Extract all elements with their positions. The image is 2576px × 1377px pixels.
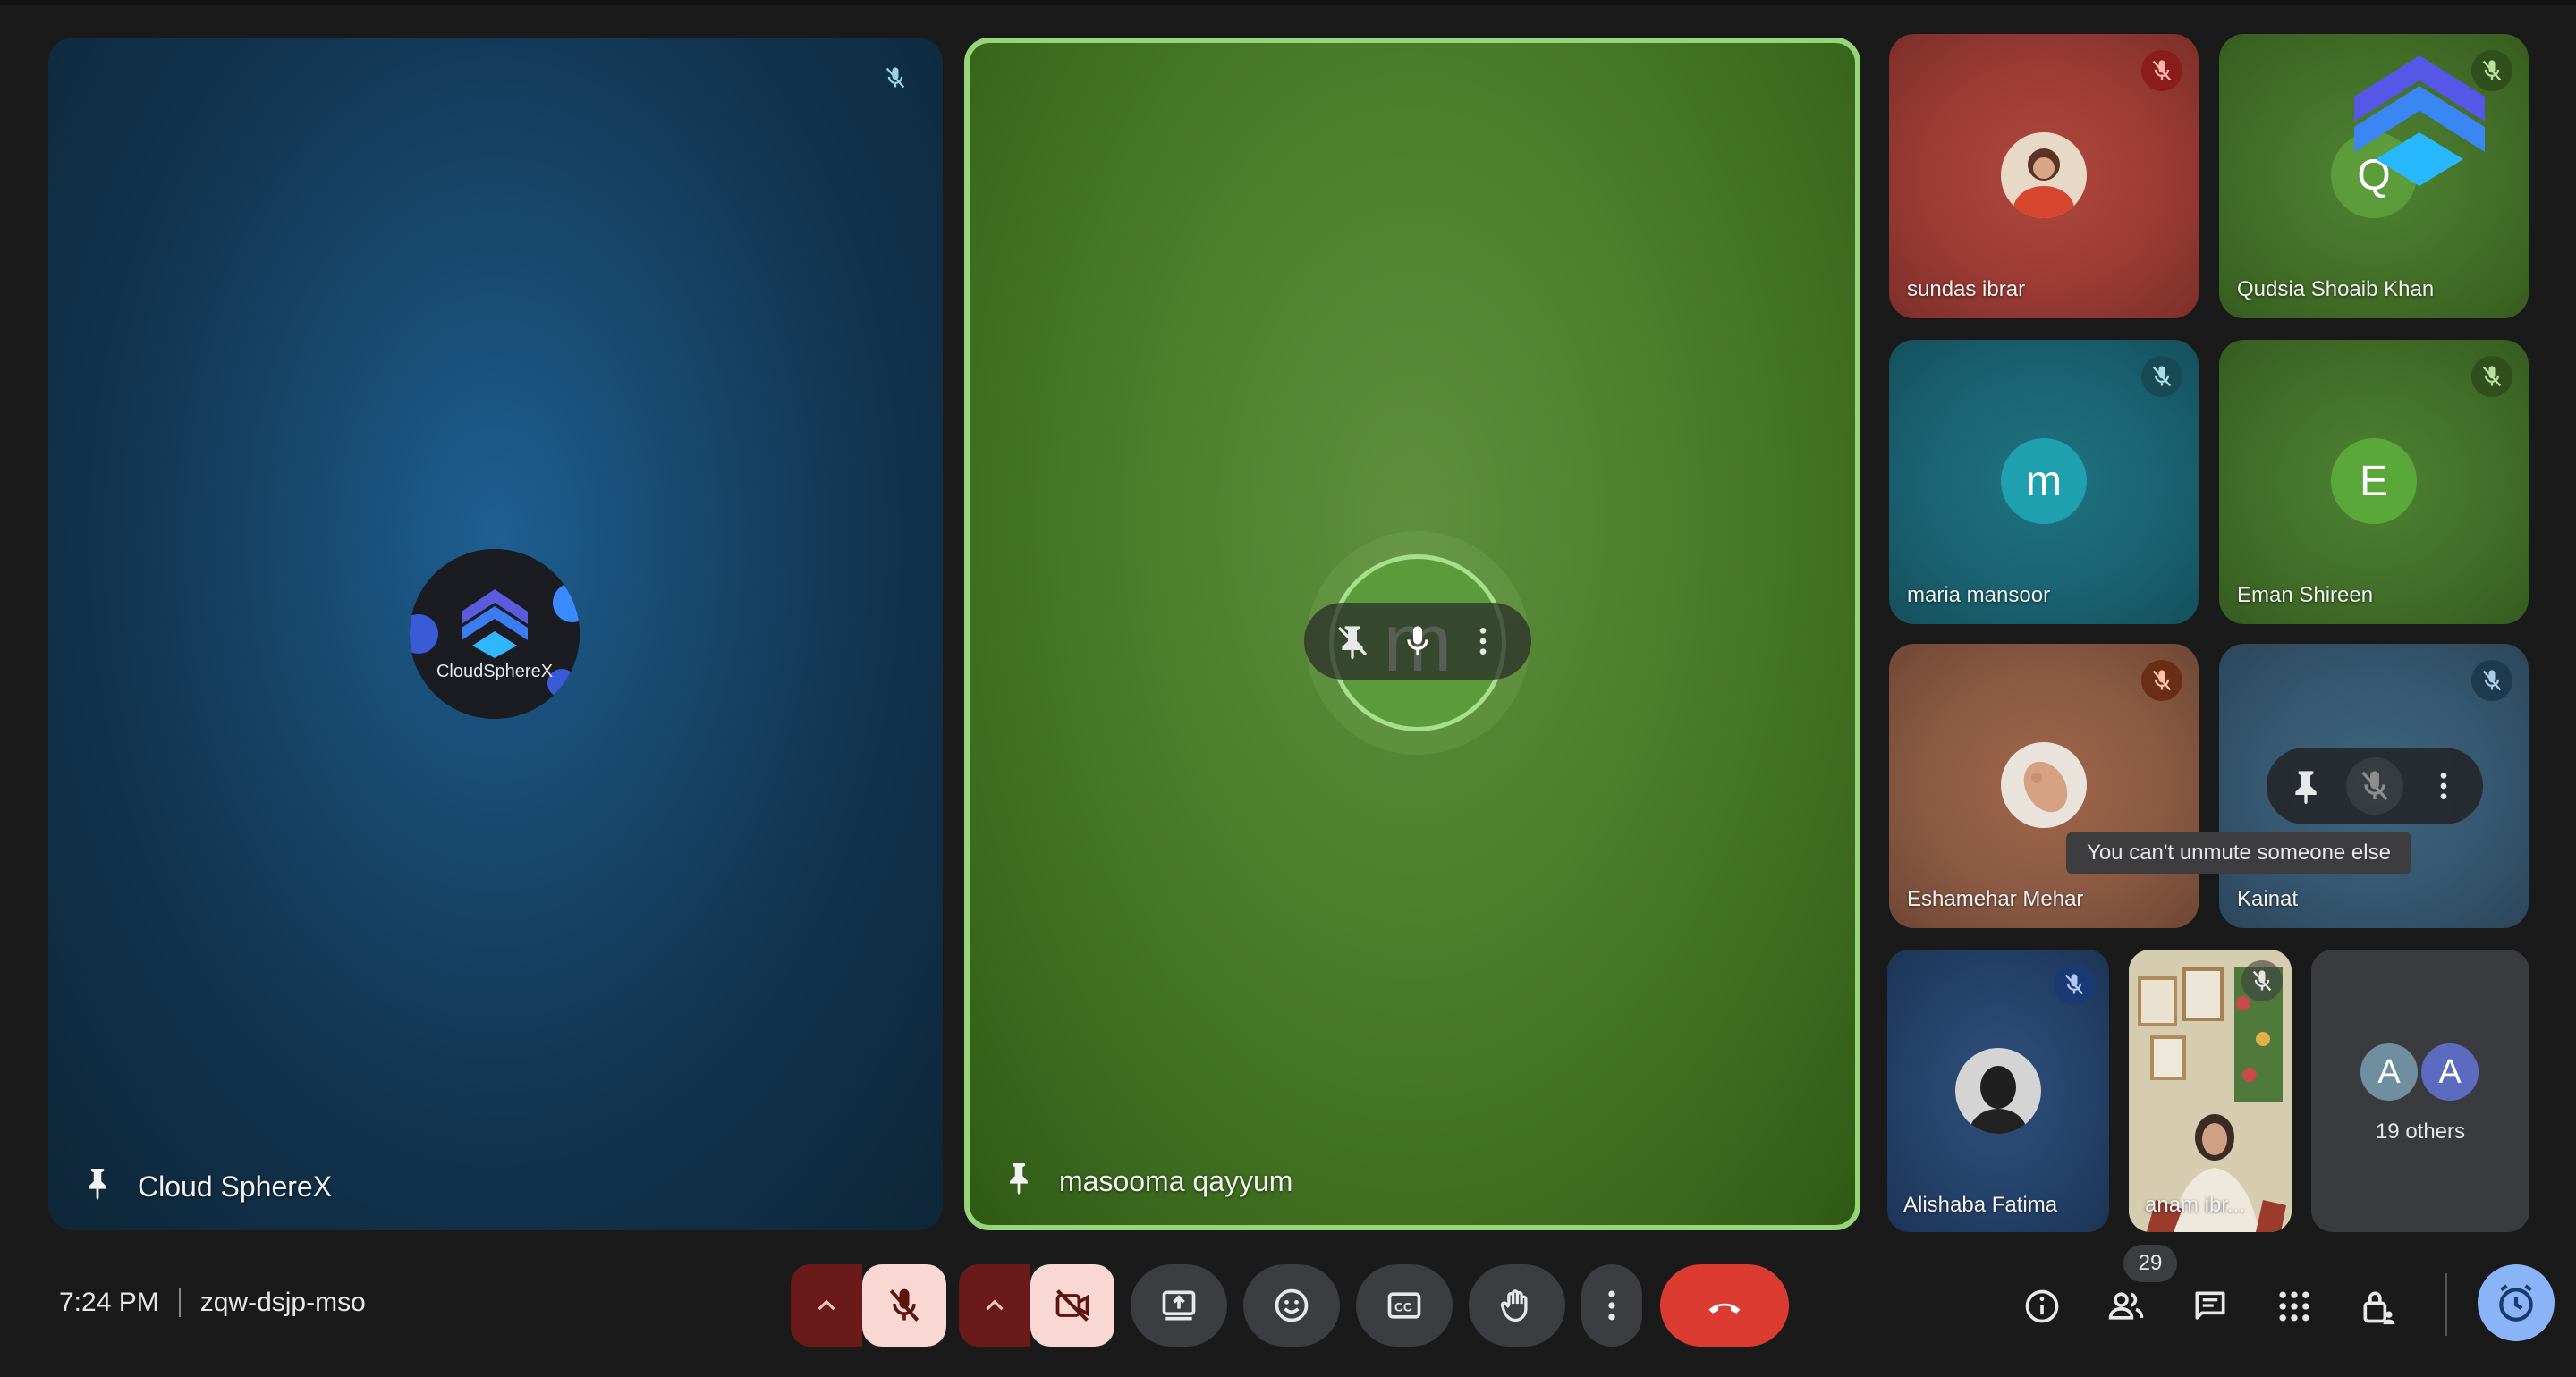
avatar-letter: m	[2026, 457, 2062, 505]
more-options-icon[interactable]	[1465, 623, 1501, 659]
account-avatar-button[interactable]	[2478, 1264, 2555, 1341]
chat-button[interactable]	[2184, 1280, 2236, 1332]
lock-person-icon	[2363, 1291, 2395, 1325]
participant-name: maria mansoor	[1907, 583, 2051, 607]
host-controls-button[interactable]	[2352, 1280, 2404, 1332]
captions-button[interactable]: CC	[1356, 1264, 1453, 1347]
cloud-spherex-logo: CloudSphereX	[410, 549, 580, 719]
logo-text: CloudSphereX	[436, 662, 554, 681]
apps-grid-icon	[2279, 1291, 2309, 1322]
unpin-icon[interactable]	[1335, 623, 1370, 659]
avatar-letter: E	[2359, 457, 2388, 505]
avatar: A	[2358, 1041, 2420, 1103]
participant-tile-sundas-ibrar[interactable]: sundas ibrar	[1889, 34, 2199, 318]
profile-photo	[1955, 1048, 2041, 1134]
chat-icon	[2195, 1291, 2225, 1320]
present-screen-icon	[1162, 1290, 1196, 1321]
mic-off-icon	[2054, 964, 2095, 1005]
info-icon	[2025, 1289, 2059, 1323]
raise-hand-button[interactable]	[1469, 1264, 1565, 1347]
activities-button[interactable]	[2268, 1280, 2320, 1332]
participant-tile-anam-ibrar[interactable]: anam ibr...	[2129, 950, 2292, 1232]
avatar-letter: A	[2438, 1052, 2462, 1091]
others-count-label: 19 others	[2375, 1119, 2466, 1144]
cloud-spherex-watermark-logo	[2354, 55, 2485, 186]
participant-name: Qudsia Shoaib Khan	[2237, 277, 2435, 301]
call-end-icon	[1708, 1303, 1741, 1314]
window-top-edge	[0, 0, 2576, 5]
participant-name: masooma qayyum	[1059, 1165, 1293, 1197]
avatar: E	[2331, 438, 2417, 524]
meeting-info: 7:24 PM zqw-dsjp-mso	[59, 1288, 366, 1318]
participant-name: Kainat	[2237, 887, 2299, 911]
participant-name: Eshamehar Mehar	[1907, 887, 2084, 911]
pin-icon[interactable]	[2288, 768, 2324, 804]
mic-off-icon	[2141, 356, 2182, 397]
participant-tile-eman-shireen[interactable]: E Eman Shireen	[2219, 340, 2529, 624]
mute-button-disabled[interactable]	[2345, 757, 2403, 815]
participant-name: sundas ibrar	[1907, 277, 2026, 301]
camera-control-group	[959, 1264, 1114, 1347]
mic-off-icon	[2471, 660, 2512, 701]
divider	[2445, 1273, 2447, 1336]
pin-icon[interactable]	[1004, 1161, 1034, 1196]
captions-icon: CC	[1387, 1292, 1421, 1319]
participant-tile-cloud-spherex[interactable]: CloudSphereX Cloud SphereX	[48, 38, 943, 1230]
participant-name: Alishaba Fatima	[1903, 1193, 2058, 1217]
participant-tile-maria-mansoor[interactable]: m maria mansoor	[1889, 340, 2199, 624]
meeting-details-button[interactable]	[2016, 1280, 2068, 1332]
divider	[178, 1288, 181, 1317]
more-vert-icon	[1608, 1290, 1615, 1321]
more-options-button[interactable]	[1581, 1264, 1642, 1347]
reactions-button[interactable]	[1243, 1264, 1340, 1347]
people-button[interactable]	[2100, 1280, 2152, 1332]
svg-text:CC: CC	[1394, 1300, 1412, 1314]
participant-tile-alishaba-fatima[interactable]: Alishaba Fatima	[1887, 950, 2109, 1232]
timer-icon	[2499, 1284, 2533, 1322]
camera-toggle-button[interactable]	[1030, 1264, 1114, 1347]
present-screen-button[interactable]	[1131, 1264, 1227, 1347]
logo-graphic	[410, 549, 580, 719]
emoji-icon	[1275, 1288, 1309, 1322]
profile-photo	[2001, 132, 2087, 218]
participant-tile-eshamehar-mehar[interactable]: Eshamehar Mehar	[1889, 644, 2199, 928]
tile-hover-controls-kainat	[2267, 748, 2483, 824]
mic-off-icon	[2241, 960, 2283, 1001]
raise-hand-icon	[1500, 1289, 1528, 1322]
tile-hover-controls	[1304, 603, 1531, 680]
participant-name: anam ibr...	[2145, 1193, 2246, 1217]
avatar: A	[2419, 1041, 2481, 1103]
profile-photo	[2001, 742, 2087, 828]
avatar-letter: A	[2377, 1052, 2401, 1091]
audio-settings-button[interactable]	[791, 1264, 862, 1347]
pin-icon[interactable]	[82, 1166, 113, 1202]
mic-off-icon	[2361, 771, 2388, 801]
mic-off-icon	[2141, 660, 2182, 701]
camera-off-icon	[1055, 1289, 1089, 1322]
mic-icon[interactable]	[1400, 623, 1436, 659]
mic-off-icon	[889, 1288, 919, 1322]
chevron-up-icon	[986, 1299, 1004, 1311]
leave-call-button[interactable]	[1660, 1264, 1789, 1347]
mic-toggle-button[interactable]	[862, 1264, 946, 1347]
participant-name: Eman Shireen	[2237, 583, 2374, 607]
mic-off-icon	[2141, 50, 2182, 91]
mic-off-icon	[2471, 356, 2512, 397]
meeting-time: 7:24 PM	[59, 1288, 159, 1317]
tooltip: You can't unmute someone else	[2066, 832, 2411, 874]
meeting-code[interactable]: zqw-dsjp-mso	[200, 1288, 366, 1318]
avatar: m	[2001, 438, 2087, 524]
people-count-badge: 29	[2123, 1245, 2177, 1282]
video-settings-button[interactable]	[959, 1264, 1030, 1347]
people-icon	[2108, 1292, 2144, 1320]
mic-off-icon	[875, 57, 916, 98]
mic-control-group	[791, 1264, 946, 1347]
participant-tile-masooma-qayyum[interactable]: m masooma qayyum	[964, 38, 1860, 1230]
participant-name: Cloud SphereX	[138, 1170, 333, 1203]
others-tile[interactable]: A A 19 others	[2311, 950, 2529, 1232]
chevron-up-icon	[818, 1299, 835, 1311]
more-options-icon[interactable]	[2426, 768, 2462, 804]
